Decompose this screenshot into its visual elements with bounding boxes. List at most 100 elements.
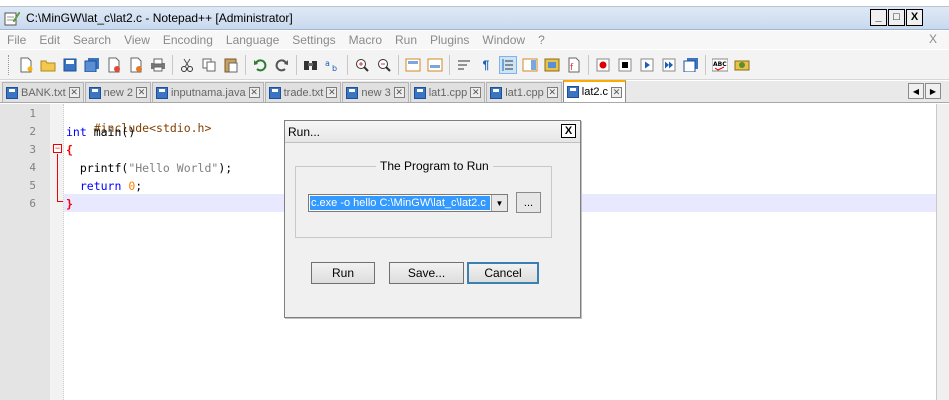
cancel-button[interactable]: Cancel [467,262,539,284]
tab-close-icon[interactable]: ✕ [611,86,623,98]
sync-horizontal-icon[interactable] [426,56,444,74]
tab-close-icon[interactable]: ✕ [68,87,80,98]
print-icon[interactable] [149,56,167,74]
document-map-icon[interactable] [521,56,539,74]
tab-lat1-cpp[interactable]: lat1.cpp ✕ [409,82,486,102]
menu-bar: File Edit Search View Encoding Language … [0,31,949,49]
browse-button[interactable]: ... [516,192,541,213]
tab-close-icon[interactable]: ✕ [135,87,147,98]
menu-edit[interactable]: Edit [32,33,66,47]
tab-lat1-cpp-2[interactable]: lat1.cpp ✕ [486,82,562,102]
svg-text:b: b [332,64,337,72]
tab-label: lat2.c [581,86,609,98]
paste-icon[interactable] [222,56,240,74]
top-clipped-strip [0,0,949,7]
toolbar-separator [398,54,399,75]
replace-icon[interactable]: ab [324,56,342,74]
save-button[interactable]: Save... [389,262,464,284]
menu-settings[interactable]: Settings [285,33,341,47]
find-icon[interactable] [302,56,320,74]
copy-icon[interactable] [200,56,218,74]
tab-trade-txt[interactable]: trade.txt ✕ [264,82,342,102]
undo-icon[interactable] [251,56,269,74]
tab-new-3[interactable]: new 3 ✕ [342,82,409,102]
record-macro-icon[interactable] [594,56,612,74]
play-macro-icon[interactable] [638,56,656,74]
toolbar: ab ¶ f ABC [0,50,949,80]
code-token: main() [86,125,136,139]
tab-close-icon[interactable]: ✕ [393,87,405,98]
minimize-button[interactable]: _ [870,9,887,26]
fold-collapse-icon[interactable]: − [53,144,62,153]
show-all-characters-icon[interactable]: ¶ [477,56,495,74]
tab-close-icon[interactable]: ✕ [470,87,482,98]
code-line-2: int main() [66,125,135,139]
tab-inputnama-java[interactable]: inputnama.java ✕ [151,82,264,102]
command-combobox[interactable]: c.exe -o hello C:\MinGW\lat_c\lat2.c ▼ [308,194,508,212]
menu-macro[interactable]: Macro [342,33,388,47]
notepadpp-app-icon [4,10,21,26]
string-token: "Hello World" [128,161,219,175]
maximize-button[interactable]: □ [888,9,905,26]
tab-close-icon[interactable]: ✕ [326,87,338,98]
tab-label: inputnama.java [170,86,246,99]
tab-close-icon[interactable]: ✕ [546,87,558,98]
spell-check-icon[interactable]: ABC [711,56,729,74]
window-controls: _ □ X [869,9,923,26]
menu-search[interactable]: Search [66,33,117,47]
title-bar: C:\MinGW\lat_c\lat2.c - Notepad++ [Admin… [0,7,949,30]
open-file-icon[interactable] [39,56,57,74]
run-button[interactable]: Run [311,262,375,284]
run-dialog-title-bar: Run... [285,121,580,143]
redo-icon[interactable] [273,56,291,74]
tab-lat2-c[interactable]: lat2.c ✕ [562,80,627,102]
program-group-box: The Program to Run c.exe -o hello C:\Min… [295,159,552,238]
folder-as-workspace-icon[interactable]: f [565,56,583,74]
menu-help[interactable]: ? [531,33,551,47]
save-macro-icon[interactable] [682,56,700,74]
keyword-token: return [66,179,122,193]
indent-guide-icon[interactable] [499,55,517,74]
new-file-icon[interactable] [17,56,35,74]
menu-run[interactable]: Run [388,33,423,47]
fold-line [57,154,58,201]
close-button[interactable]: X [906,9,923,26]
menu-file[interactable]: File [0,33,32,47]
close-all-icon[interactable] [127,56,145,74]
menu-window[interactable]: Window [475,33,531,47]
tab-scroll-left-icon[interactable]: ◀ [908,83,924,99]
function-list-icon[interactable] [543,56,561,74]
tab-label: lat1.cpp [505,86,544,99]
code-line-6: } [66,197,73,211]
zoom-out-icon[interactable] [375,56,393,74]
stop-macro-icon[interactable] [616,56,634,74]
plugin-tool-icon[interactable] [733,56,751,74]
save-all-icon[interactable] [83,56,101,74]
save-icon[interactable] [61,56,79,74]
menu-view[interactable]: View [117,33,156,47]
tab-label: BANK.txt [21,86,66,99]
cut-icon[interactable] [178,56,196,74]
line-number: 3 [29,143,36,156]
tab-new-2[interactable]: new 2 ✕ [84,82,151,102]
toolbar-grip[interactable] [8,54,11,75]
saved-file-icon [413,86,426,99]
zoom-in-icon[interactable] [353,56,371,74]
tab-bank-txt[interactable]: BANK.txt ✕ [2,82,84,102]
sync-vertical-icon[interactable] [404,56,422,74]
menu-plugins[interactable]: Plugins [423,33,475,47]
command-input[interactable]: c.exe -o hello C:\MinGW\lat_c\lat2.c [310,196,490,210]
close-document-button[interactable]: X [929,32,937,46]
code-line-4: printf("Hello World"); [66,161,232,175]
toolbar-separator [588,54,589,75]
close-file-icon[interactable] [105,56,123,74]
menu-encoding[interactable]: Encoding [156,33,219,47]
chevron-down-icon[interactable]: ▼ [491,195,507,211]
toolbar-separator [172,54,173,75]
run-dialog-close-button[interactable]: X [561,124,576,138]
run-macro-multiple-icon[interactable] [660,56,678,74]
tab-close-icon[interactable]: ✕ [248,87,260,98]
tab-scroll-right-icon[interactable]: ▶ [925,83,941,99]
word-wrap-icon[interactable] [455,56,473,74]
menu-language[interactable]: Language [219,33,285,47]
